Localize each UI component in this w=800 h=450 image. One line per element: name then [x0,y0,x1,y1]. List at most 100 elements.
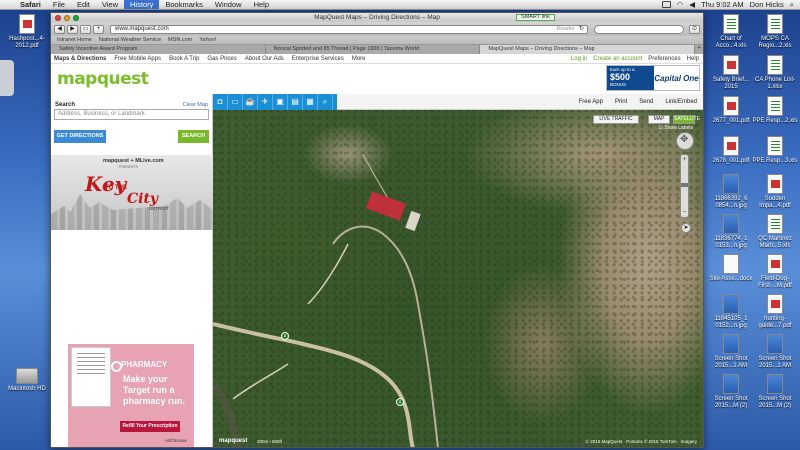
send-link[interactable]: Send [639,99,653,105]
minimize-window-icon[interactable] [64,14,70,21]
mq-icon[interactable]: ◘ [213,94,228,110]
desktop-file-icon[interactable]: 11866392_6 0854...n.jpg [708,174,754,210]
desktop-file-icon[interactable]: Sudden Impa...4.pdf [752,174,798,210]
live-traffic-button[interactable]: LIVE TRAFFIC [593,115,639,124]
back-button[interactable]: ◀ [54,24,65,34]
new-tab-button[interactable]: + [93,24,104,34]
menu-bookmarks[interactable]: Bookmarks [159,0,209,9]
spotlight-icon[interactable]: ⌕ [790,0,794,10]
link-embed-link[interactable]: Link/Embed [665,99,697,105]
smart-link-badge[interactable]: SMART link [516,14,555,21]
hotel-icon[interactable]: ▭ [228,94,243,110]
add-tab-icon[interactable]: + [695,45,703,54]
nav-free-mobile-apps[interactable]: Free Mobile Apps [114,56,161,62]
key-to-the-city-ad[interactable]: mapquest + MLive.com PRESENTS Key TO THE… [51,155,213,230]
tab[interactable]: Noncal Spotted and 85 Thread | Page 1965… [266,45,481,54]
search-icon[interactable]: ⌕ [318,94,333,110]
bookmark-item[interactable]: Intranet Home [57,37,92,43]
nav-more[interactable]: More [352,56,366,62]
bookmark-item[interactable]: MSN.com [168,37,192,43]
forward-button[interactable]: ▶ [67,24,78,34]
bookmark-item[interactable]: Yahoo! [199,37,216,43]
reader-button[interactable]: Reader [553,26,579,33]
volume-icon[interactable]: ◀ [689,0,695,9]
desktop-file-icon[interactable]: Screen Shot 2015...M (2) [752,374,798,410]
desktop-file-icon[interactable]: Screen Shot 2015...M (2) [708,374,754,410]
desktop-drive-icon[interactable]: Macintosh HD [4,368,50,393]
zoom-in-icon[interactable]: + [681,156,688,163]
desktop-file-icon[interactable]: Screen Shot 2015...1 AM [752,334,798,370]
nav-enterprise-services[interactable]: Enterprise Services [292,56,344,62]
downloads-button[interactable]: ⊙ [689,24,700,34]
desktop-file-icon[interactable]: hunting-guide...7.pdf [752,294,798,330]
search-input[interactable]: Address, Business, or Landmark [54,109,209,120]
cart-icon[interactable]: ▤ [288,94,303,110]
satellite-map[interactable]: 8 8 ◘ ▭ ☕ ✈ ▣ ▤ ▦ ⌕ Free App Print Send … [213,94,703,447]
capital-one-ad[interactable]: Earn up to a $500 BONUS Capital One [606,65,700,91]
get-directions-button[interactable]: GET DIRECTIONS [54,130,106,143]
battery-icon[interactable] [661,1,671,8]
refill-prescription-button[interactable]: Refill Your Prescription [120,421,180,432]
desktop-file-icon[interactable]: 2677_001.pdf [708,96,754,125]
browser-search-field[interactable] [594,24,684,34]
clear-map-link[interactable]: Clear Map [183,102,208,108]
car-icon[interactable]: ▣ [273,94,288,110]
bus-icon[interactable]: ▦ [303,94,318,110]
zoom-out-icon[interactable]: − [681,209,688,216]
plane-icon[interactable]: ✈ [258,94,273,110]
free-app-link[interactable]: Free App [579,99,603,105]
create-account-link[interactable]: Create an account [593,56,642,62]
show-labels-checkbox[interactable]: Show Labels [658,125,693,131]
print-link[interactable]: Print [615,99,627,105]
zoom-window-icon[interactable] [73,14,79,21]
menu-window[interactable]: Window [209,0,248,9]
desktop-file-icon[interactable]: Site Asse...docx [708,254,754,283]
nav-maps-directions[interactable]: Maps & Directions [54,56,106,62]
tab[interactable]: Safety Incentive Award Program [51,45,266,54]
menu-help[interactable]: Help [248,0,275,9]
dock-edge[interactable] [0,60,14,96]
nav-about-our-ads[interactable]: About Our Ads [245,56,284,62]
target-pharmacy-ad[interactable]: PHARMACY Make your Target run a pharmacy… [68,344,194,447]
menu-history[interactable]: History [124,0,160,9]
preferences-link[interactable]: Preferences [648,56,680,62]
search-button[interactable]: SEARCH [178,130,209,143]
desktop-file-icon[interactable]: CA Phone List-1.xlsx [752,55,798,91]
bookmark-item[interactable]: National Weather Service [99,37,161,43]
menu-file[interactable]: File [47,0,71,9]
reload-icon[interactable]: ↻ [579,26,587,33]
wifi-icon[interactable]: ◠ [677,0,684,9]
map-type-satellite[interactable]: SATELLITE [673,115,700,124]
desktop-file-icon[interactable]: Field-Dog-First-...M.pdf [752,254,798,290]
desktop-file-icon[interactable]: 11836774_1 0153...n.jpg [708,214,754,250]
desktop-file-icon[interactable]: MOPS CA Regio...2.xls [752,14,798,50]
desktop-file-icon[interactable]: 11845105_1 0152...n.jpg [708,294,754,330]
title-bar[interactable]: MapQuest Maps – Driving Directions – Map… [51,13,703,22]
clock[interactable]: Thu 9:02 AM [701,0,744,9]
food-icon[interactable]: ☕ [243,94,258,110]
share-button[interactable]: ▭ [80,24,91,34]
zoom-thumb[interactable] [681,183,688,187]
zoom-slider[interactable]: + − [680,154,689,218]
desktop-file-icon[interactable]: PPE Resp...3.xls [752,136,798,165]
nav-book-a-trip[interactable]: Book A Trip [169,56,199,62]
help-link[interactable]: Help [687,56,699,62]
desktop-file-icon[interactable]: QC Martinez Marti...5.xls [752,214,798,250]
desktop-file-icon[interactable]: Hashpost...4-2012.pdf [4,14,50,50]
compass-icon[interactable]: ➤ [681,223,691,233]
desktop-file-icon[interactable]: Chart of Acco...4.xls [708,14,754,50]
login-link[interactable]: Log in [571,56,587,62]
menu-safari[interactable]: Safari [14,0,47,9]
tab-active[interactable]: MapQuest Maps – Driving Directions – Map [480,45,696,54]
desktop-file-icon[interactable]: PPE Resp...2.xls [752,96,798,125]
desktop-file-icon[interactable]: Screen Shot 2015...1 AM [708,334,754,370]
map-type-map[interactable]: MAP [648,115,670,124]
close-window-icon[interactable] [55,14,61,21]
desktop-file-icon[interactable]: 2678_001.pdf [708,136,754,165]
menu-view[interactable]: View [96,0,124,9]
adchoices-link[interactable]: AdChoices [165,438,187,443]
nav-gas-prices[interactable]: Gas Prices [207,56,236,62]
menu-edit[interactable]: Edit [71,0,96,9]
pan-control-icon[interactable] [676,132,694,150]
desktop-file-icon[interactable]: Safety Brief... 2015 [708,55,754,91]
